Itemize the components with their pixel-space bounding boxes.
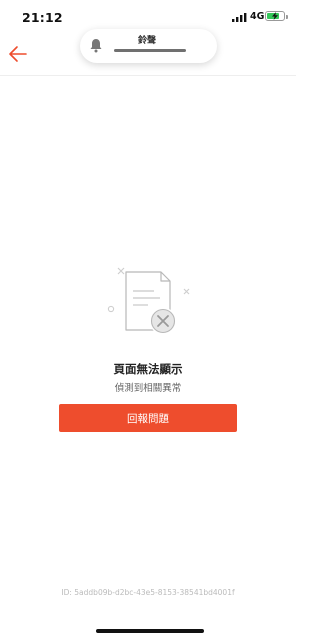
screen: 21:12 4G 鈴聲 頁面無法顯示 偵測到相關異常 回報問題 ID: 5add…: [0, 0, 296, 640]
battery-tip: [285, 14, 288, 19]
bell-icon: [90, 39, 102, 53]
back-arrow-icon[interactable]: [6, 42, 30, 66]
charging-bolt-icon: [272, 12, 278, 20]
document-error-icon: [107, 267, 190, 335]
network-type: 4G: [250, 11, 265, 22]
error-title: 頁面無法顯示: [113, 362, 183, 376]
ringer-label: 鈴聲: [138, 36, 157, 46]
report-problem-button[interactable]: 回報問題: [59, 404, 237, 432]
status-time: 21:12: [22, 10, 63, 25]
home-indicator[interactable]: [96, 629, 204, 633]
error-id: ID: 5addb09b-d2bc-43e5-8153-38541bd4001f: [61, 588, 235, 597]
battery-icon: [265, 11, 288, 21]
volume-bar: [114, 49, 186, 52]
cellular-signal-icon: [232, 13, 247, 22]
error-subtitle: 偵測到相關異常: [114, 383, 182, 394]
ringer-indicator: 鈴聲: [80, 29, 217, 63]
